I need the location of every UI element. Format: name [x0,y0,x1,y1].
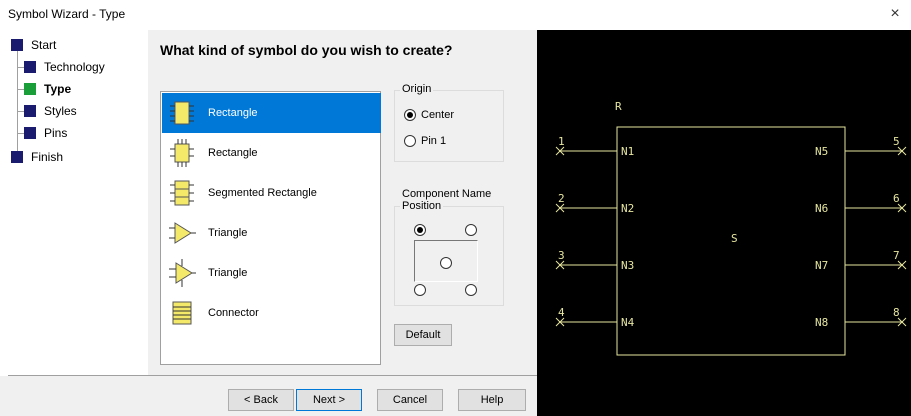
symbol-preview: R S 1 N1 2 N2 3 N3 4 N4 5 N5 6 N6 7 N7 8 N8 [537,30,911,416]
position-top-left-radio[interactable] [414,224,426,236]
step-label: Start [31,38,57,52]
pin-name: N5 [815,145,828,158]
position-top-right-radio[interactable] [465,224,477,236]
next-button[interactable]: Next > [296,389,362,411]
position-bottom-right-radio[interactable] [465,284,477,296]
origin-center-radio[interactable]: Center [404,109,454,121]
step-pins[interactable]: Pins [24,126,67,140]
pin-number: 4 [558,306,565,319]
list-item-rectangle[interactable]: Rectangle [162,93,381,133]
step-styles[interactable]: Styles [24,104,77,118]
list-item-triangle[interactable]: Triangle [162,213,381,253]
list-item-label: Rectangle [208,107,258,119]
rectangle-pins-icon [164,137,200,169]
step-marker-icon [11,151,23,163]
step-label: Styles [44,104,77,118]
list-item-triangle-pins[interactable]: Triangle [162,253,381,293]
pin-number: 3 [558,249,565,262]
pin-name: N3 [621,259,634,272]
pin-number: 6 [893,192,900,205]
list-item-label: Triangle [208,267,248,279]
step-marker-icon [24,83,36,95]
pin-name: N8 [815,316,828,329]
help-button[interactable]: Help [458,389,526,411]
tree-connector [17,46,18,154]
list-item-label: Triangle [208,227,248,239]
pin-name: N2 [621,202,634,215]
ref-designator: R [615,100,622,113]
position-bottom-left-radio[interactable] [414,284,426,296]
back-button[interactable]: < Back [228,389,294,411]
step-marker-icon [24,127,36,139]
pin-name: N4 [621,316,635,329]
page-heading: What kind of symbol do you wish to creat… [160,42,453,58]
origin-group [394,90,504,162]
pin-number: 5 [893,135,900,148]
steps-tree: Start Technology Type Styles Pins Finish [0,30,148,376]
position-label: Position [400,200,444,212]
radio-button[interactable] [404,135,416,147]
list-item-label: Connector [208,307,259,319]
step-type[interactable]: Type [24,82,71,96]
pin-name: N1 [621,145,634,158]
title-bar: Symbol Wizard - Type × [0,0,911,30]
origin-label: Origin [400,83,434,95]
pin-number: 2 [558,192,565,205]
close-icon[interactable]: × [885,4,905,24]
radio-label: Center [421,109,455,121]
origin-pin1-radio[interactable]: Pin 1 [404,135,446,147]
pin-name: N6 [815,202,828,215]
pin-number: 8 [893,306,900,319]
list-item-rectangle-pins[interactable]: Rectangle [162,133,381,173]
pin-number: 7 [893,249,900,262]
center-label: S [731,232,738,245]
step-label: Type [44,82,72,96]
step-finish[interactable]: Finish [11,150,63,164]
component-name-label: Component Name [400,188,494,200]
pin-name: N7 [815,259,828,272]
symbol-type-list[interactable]: Rectangle Rectangle Segmented Rectangle … [160,91,381,365]
list-item-connector[interactable]: Connector [162,293,381,333]
triangle-pins-icon [164,257,200,289]
step-marker-icon [24,61,36,73]
segmented-rectangle-icon [164,177,200,209]
pin-number: 1 [558,135,565,148]
step-marker-icon [24,105,36,117]
step-label: Pins [44,126,68,140]
step-technology[interactable]: Technology [24,60,105,74]
footer-divider [8,375,537,376]
window-title: Symbol Wizard - Type [8,7,126,21]
triangle-icon [164,217,200,249]
step-label: Technology [44,60,105,74]
list-item-label: Segmented Rectangle [208,187,317,199]
radio-label: Pin 1 [421,135,447,147]
list-item-label: Rectangle [208,147,258,159]
radio-button[interactable] [404,109,416,121]
symbol-preview-canvas: R S 1 N1 2 N2 3 N3 4 N4 5 N5 6 N6 7 N7 8 N8 [555,100,907,356]
wizard-panel: Start Technology Type Styles Pins Finish… [0,30,537,416]
cancel-button[interactable]: Cancel [377,389,443,411]
rectangle-icon [164,97,200,129]
step-start[interactable]: Start [11,38,56,52]
connector-icon [164,297,200,329]
default-button[interactable]: Default [394,324,452,346]
step-label: Finish [31,150,64,164]
step-marker-icon [11,39,23,51]
position-center-radio[interactable] [440,257,452,269]
list-item-segmented-rectangle[interactable]: Segmented Rectangle [162,173,381,213]
